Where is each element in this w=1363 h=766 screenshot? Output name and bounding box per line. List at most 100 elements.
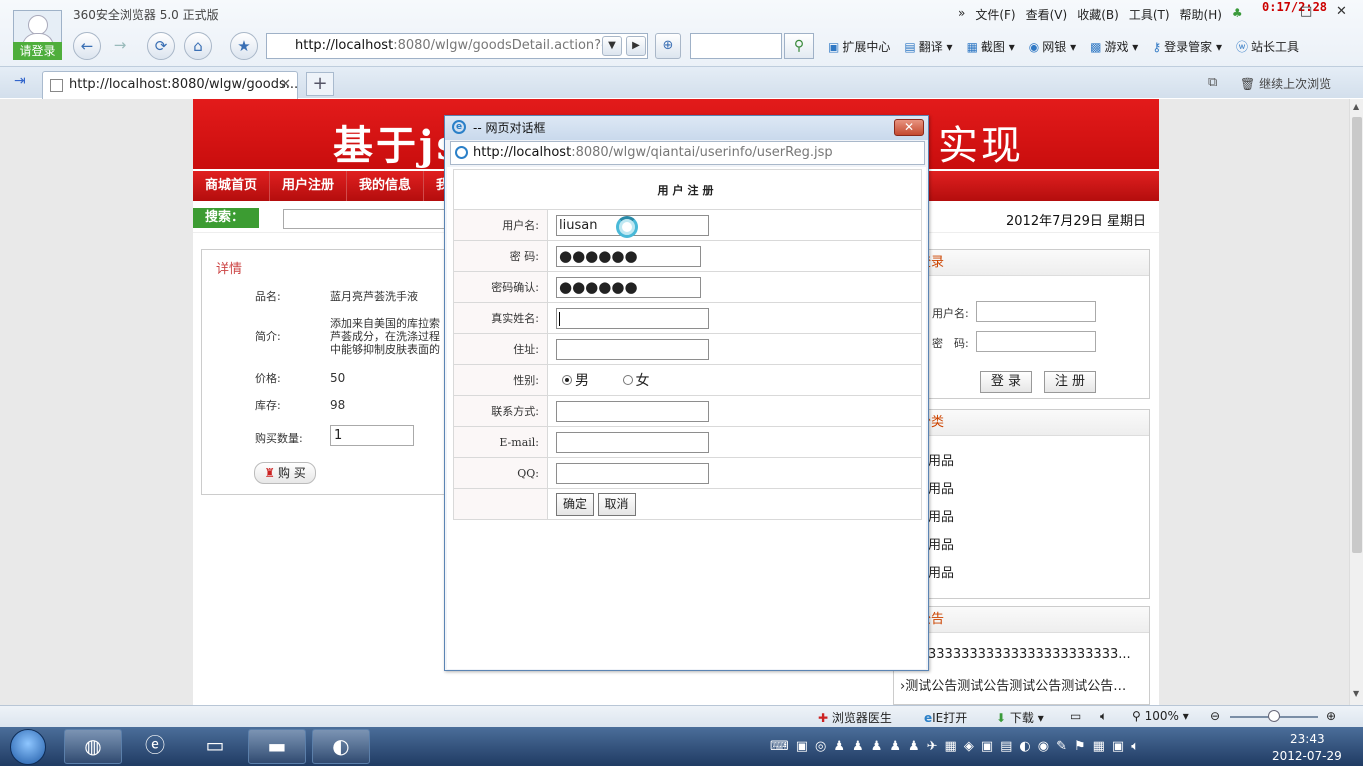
- browser-doctor-label: 浏览器医生: [831, 711, 892, 725]
- login-password-input[interactable]: [976, 331, 1096, 352]
- realname-label: 真实姓名:: [453, 302, 548, 334]
- nav-register[interactable]: 用户注册: [270, 171, 348, 201]
- toolbar-screenshot-label: 截图: [980, 40, 1005, 54]
- download[interactable]: ⬇ 下载 ▾: [996, 709, 1044, 726]
- zoom-slider-knob[interactable]: [1268, 710, 1280, 722]
- confirm-password-input[interactable]: ●●●●●●: [556, 276, 701, 298]
- toolbar-webmaster[interactable]: ⓦ 站长工具: [1236, 38, 1299, 55]
- recording-timer: 0:17/2:28: [1262, 0, 1328, 14]
- search-magnifier-icon[interactable]: ⚲: [784, 33, 814, 59]
- qq-input[interactable]: [556, 462, 709, 484]
- back-arrow-icon[interactable]: ←: [73, 32, 101, 60]
- buy-button[interactable]: ♜ 购 买: [254, 462, 316, 484]
- phone-input[interactable]: [556, 400, 709, 422]
- address-input[interactable]: [556, 338, 709, 360]
- toolbar-translate[interactable]: ▤ 翻译 ▾: [904, 38, 952, 55]
- volume-icon[interactable]: 🔈︎: [1100, 709, 1107, 724]
- toolbar-login-manager[interactable]: ⚷ 登录管家 ▾: [1152, 38, 1222, 55]
- forward-arrow-icon[interactable]: →: [106, 32, 134, 60]
- vertical-scrollbar[interactable]: ▲ ▼: [1349, 99, 1363, 705]
- nav-my-info[interactable]: 我的信息: [347, 171, 425, 201]
- category-item[interactable]: 用品: [928, 506, 954, 525]
- key-icon: ⚷: [1152, 40, 1162, 54]
- notice-item[interactable]: 33333333333333333333333...: [928, 647, 1148, 662]
- login-button[interactable]: 登 录: [980, 371, 1032, 393]
- home-icon[interactable]: ⌂: [184, 32, 212, 60]
- start-button[interactable]: [10, 729, 46, 765]
- realname-input[interactable]: [556, 307, 709, 329]
- category-item[interactable]: 用品: [928, 478, 954, 497]
- category-item[interactable]: 用品: [928, 562, 954, 581]
- nav-home[interactable]: 商城首页: [193, 171, 271, 201]
- cancel-button[interactable]: 取消: [597, 492, 636, 516]
- scrollbar-thumb[interactable]: [1352, 117, 1362, 553]
- menu-more-icon[interactable]: »: [958, 6, 965, 23]
- ok-button[interactable]: 确定: [556, 492, 595, 516]
- category-item[interactable]: 用品: [928, 534, 954, 553]
- shirt-icon[interactable]: ♣: [1232, 6, 1243, 23]
- browser-doctor[interactable]: ✚ 浏览器医生: [818, 709, 892, 726]
- address-bar[interactable]: http://localhost:8080/wlgw/goodsDetail.a…: [266, 33, 648, 59]
- tab-close-icon[interactable]: ✕: [280, 72, 291, 98]
- zoom-in-icon[interactable]: ⊕: [1326, 709, 1336, 723]
- email-input[interactable]: [556, 431, 709, 453]
- toolbar-games[interactable]: ▩ 游戏 ▾: [1090, 38, 1138, 55]
- taskbar-ie-icon[interactable]: ⓔ: [126, 729, 184, 764]
- taskbar-eclipse-icon[interactable]: ◐: [312, 729, 370, 764]
- taskbar-folder-icon[interactable]: ▭: [186, 729, 244, 764]
- close-window-icon[interactable]: ✕: [1336, 4, 1347, 19]
- address-dropdown-icon[interactable]: ▼: [602, 36, 622, 56]
- quantity-input[interactable]: 1: [330, 425, 414, 446]
- restore-window-icon[interactable]: ⧉: [1208, 75, 1217, 90]
- toolbar-ebank[interactable]: ◉ 网银 ▾: [1029, 38, 1076, 55]
- password-input[interactable]: ●●●●●●: [556, 245, 701, 267]
- maximize-icon[interactable]: □: [1300, 4, 1312, 19]
- register-button[interactable]: 注 册: [1044, 371, 1096, 393]
- phone-label: 联系方式:: [453, 395, 548, 427]
- zoom-out-icon[interactable]: ⊖: [1210, 709, 1220, 723]
- tab-goods-detail[interactable]: http://localhost:8080/wlgw/goods... ✕: [42, 71, 298, 99]
- text-caret: [559, 312, 560, 326]
- dialog-close-button[interactable]: ✕: [894, 119, 924, 136]
- notice-item[interactable]: ›测试公告测试公告测试公告测试公告…: [900, 675, 1148, 694]
- resume-browsing[interactable]: 🗑︎ 继续上次浏览: [1240, 75, 1331, 92]
- window-mode-icon[interactable]: ▭: [1070, 709, 1081, 723]
- dialog-body: 用户注册 用户名: liusan 密 码: ●●●●●● 密码确认: ●●●●●…: [447, 167, 926, 669]
- gender-female-radio[interactable]: [622, 375, 633, 385]
- toolbar-webmaster-label: 站长工具: [1250, 40, 1299, 54]
- taskbar-toolbox-icon[interactable]: ▬: [248, 729, 306, 764]
- webmaster-icon: ⓦ: [1235, 40, 1248, 54]
- toolbar-extensions[interactable]: ▣ 扩展中心: [828, 38, 890, 55]
- ie-open[interactable]: eIE打开: [924, 709, 967, 726]
- browser-login-button[interactable]: 请登录: [13, 42, 62, 60]
- taskbar-360browser-icon[interactable]: ◍: [64, 729, 122, 764]
- scroll-down-icon[interactable]: ▼: [1353, 689, 1359, 698]
- menu-file[interactable]: 文件(F): [975, 6, 1015, 23]
- refresh-icon[interactable]: ⟳: [147, 32, 175, 60]
- toolbar-screenshot[interactable]: ▦ 截图 ▾: [967, 38, 1015, 55]
- scroll-up-icon[interactable]: ▲: [1353, 102, 1359, 111]
- dialog-titlebar: e -- 网页对话框: [445, 116, 928, 140]
- browser-search-input[interactable]: [690, 33, 782, 59]
- system-tray-icons[interactable]: ⌨▣◎♟♟♟♟♟✈▦◈▣▤◐◉✎⚑▦▣🔈︎: [770, 739, 1146, 754]
- shield-icon[interactable]: ⊕: [655, 33, 681, 59]
- banner-title-left: 基于js: [333, 122, 462, 169]
- zoom-control[interactable]: ⚲ 100% ▾: [1132, 709, 1189, 723]
- sidebar-toggle-icon[interactable]: ⇥: [14, 73, 26, 89]
- registration-title: 用户注册: [453, 169, 922, 210]
- new-tab-plus-icon[interactable]: +: [306, 72, 334, 96]
- login-username-input[interactable]: [976, 301, 1096, 322]
- menu-view[interactable]: 查看(V): [1026, 6, 1068, 23]
- menu-help[interactable]: 帮助(H): [1180, 6, 1222, 23]
- gender-male-radio[interactable]: [562, 375, 572, 385]
- menu-tools[interactable]: 工具(T): [1129, 6, 1170, 23]
- gender-male-label: 男: [575, 373, 589, 389]
- clock-date: 2012-07-29: [1272, 749, 1342, 763]
- go-arrow-icon[interactable]: ▶: [626, 36, 646, 56]
- dialog-url-path: :8080/wlgw/qiantai/userinfo/userReg.jsp: [571, 145, 833, 160]
- category-item[interactable]: 用品: [928, 450, 954, 469]
- favorite-star-icon[interactable]: ★: [230, 32, 258, 60]
- ie-page-icon: [455, 146, 468, 159]
- cart-icon: ♜: [264, 466, 275, 480]
- menu-favorites[interactable]: 收藏(B): [1077, 6, 1119, 23]
